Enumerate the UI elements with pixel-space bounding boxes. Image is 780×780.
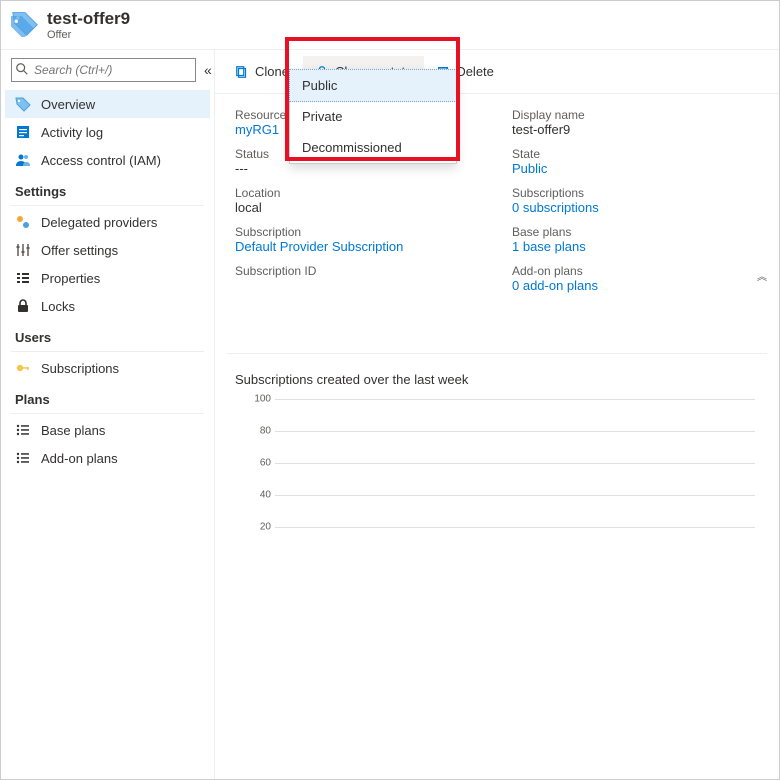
chart-gridline [275, 527, 755, 528]
subscription-link[interactable]: Default Provider Subscription [235, 239, 482, 254]
sidebar-item-subscriptions[interactable]: Subscriptions [5, 354, 210, 382]
sidebar-item-label: Locks [41, 299, 75, 314]
sidebar-item-access-control[interactable]: Access control (IAM) [5, 146, 210, 174]
subscriptions-chart: 20406080100 [247, 399, 759, 559]
page-title: test-offer9 [47, 9, 130, 29]
change-state-dropdown: Public Private Decommissioned [289, 69, 457, 164]
key-icon [15, 360, 31, 376]
field-label: Location [235, 186, 482, 200]
chart-tick-label: 40 [247, 490, 271, 501]
sidebar-item-label: Access control (IAM) [41, 153, 161, 168]
collapse-sidebar-icon[interactable]: « [202, 62, 214, 78]
chart-tick-label: 20 [247, 522, 271, 533]
sidebar-item-label: Offer settings [41, 243, 118, 258]
addon-plans-link[interactable]: 0 add-on plans [512, 278, 759, 293]
delegated-providers-icon [15, 214, 31, 230]
field-label: Subscription [235, 225, 482, 239]
button-label: Clone [255, 64, 289, 79]
people-icon [15, 152, 31, 168]
sidebar-item-label: Properties [41, 271, 100, 286]
sidebar-item-label: Add-on plans [41, 451, 118, 466]
chart-gridline [275, 463, 755, 464]
field-label: State [512, 147, 759, 161]
page-header: test-offer9 Offer [1, 1, 779, 50]
button-label: Delete [456, 64, 494, 79]
details-right-column: Display name test-offer9 State Public Su… [512, 108, 759, 303]
field-label: Subscription ID [235, 264, 482, 278]
list-icon [15, 422, 31, 438]
chart-tick-label: 60 [247, 458, 271, 469]
collapse-details-icon[interactable]: ︽ [757, 268, 767, 283]
chart-gridline [275, 495, 755, 496]
field-label: Subscriptions [512, 186, 759, 200]
dropdown-item-private[interactable]: Private [290, 101, 456, 132]
field-label: Display name [512, 108, 759, 122]
activity-log-icon [15, 124, 31, 140]
field-label: Base plans [512, 225, 759, 239]
sidebar-section-settings: Settings [5, 174, 210, 205]
copy-icon [235, 65, 249, 79]
chart-gridline [275, 431, 755, 432]
display-name-value: test-offer9 [512, 122, 759, 137]
search-input[interactable] [11, 58, 196, 82]
sidebar-item-label: Activity log [41, 125, 103, 140]
sliders-icon [15, 242, 31, 258]
sidebar-item-overview[interactable]: Overview [5, 90, 210, 118]
sidebar-item-label: Subscriptions [41, 361, 119, 376]
field-label: Add-on plans [512, 264, 759, 278]
chart-gridline [275, 399, 755, 400]
chart-tick-label: 100 [247, 394, 271, 405]
sidebar: « Overview Activity log Access control (… [1, 50, 215, 780]
list-icon [15, 450, 31, 466]
offer-tag-icon [15, 96, 31, 112]
sidebar-section-users: Users [5, 320, 210, 351]
sidebar-item-label: Delegated providers [41, 215, 157, 230]
chart-section: Subscriptions created over the last week… [227, 353, 767, 559]
sidebar-item-addon-plans[interactable]: Add-on plans [5, 444, 210, 472]
properties-icon [15, 270, 31, 286]
sidebar-item-delegated-providers[interactable]: Delegated providers [5, 208, 210, 236]
page-subtitle: Offer [47, 29, 130, 41]
subscriptions-link[interactable]: 0 subscriptions [512, 200, 759, 215]
sidebar-section-plans: Plans [5, 382, 210, 413]
dropdown-item-decommissioned[interactable]: Decommissioned [290, 132, 456, 163]
sidebar-item-activity-log[interactable]: Activity log [5, 118, 210, 146]
sidebar-item-locks[interactable]: Locks [5, 292, 210, 320]
search-icon [15, 62, 29, 76]
dropdown-item-public[interactable]: Public [289, 69, 457, 102]
sidebar-item-offer-settings[interactable]: Offer settings [5, 236, 210, 264]
title-block: test-offer9 Offer [47, 9, 130, 41]
chart-title: Subscriptions created over the last week [235, 372, 759, 387]
state-link[interactable]: Public [512, 161, 759, 176]
base-plans-link[interactable]: 1 base plans [512, 239, 759, 254]
lock-icon [15, 298, 31, 314]
sidebar-item-label: Overview [41, 97, 95, 112]
chart-tick-label: 80 [247, 426, 271, 437]
location-value: local [235, 200, 482, 215]
sidebar-item-base-plans[interactable]: Base plans [5, 416, 210, 444]
sidebar-item-label: Base plans [41, 423, 105, 438]
offer-tag-icon [11, 9, 39, 37]
sidebar-item-properties[interactable]: Properties [5, 264, 210, 292]
